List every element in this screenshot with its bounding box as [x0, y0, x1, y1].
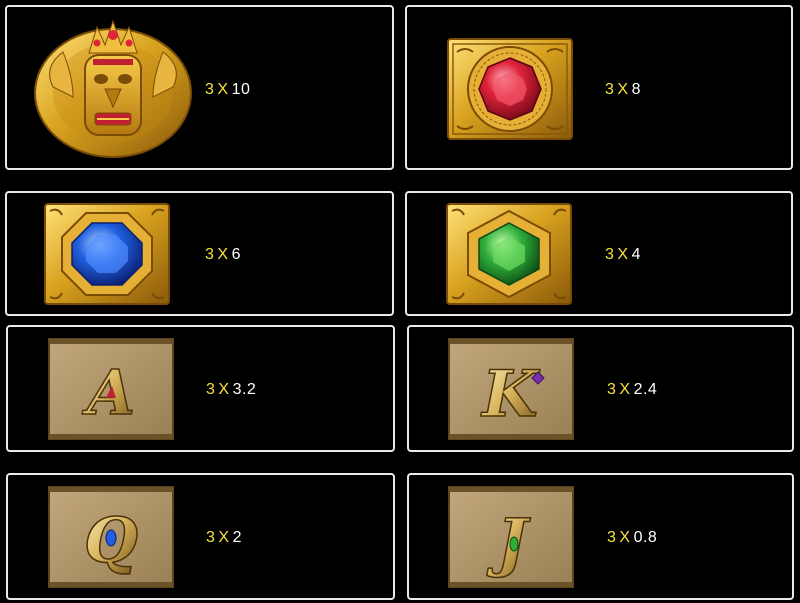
symbol-count: 3: [607, 529, 617, 546]
payout-multiplier: 6: [231, 246, 241, 263]
payout-text: 3 X 3.2: [206, 381, 256, 399]
times-sign: X: [617, 81, 629, 98]
symbol-count: 3: [206, 529, 216, 546]
symbol-letter: A: [82, 356, 135, 429]
times-sign: X: [217, 246, 229, 263]
payout-multiplier: 3.2: [232, 381, 257, 398]
times-sign: X: [217, 81, 229, 98]
payout-multiplier: 2.4: [633, 381, 658, 398]
payout-text: 3X2: [206, 529, 242, 547]
symbol-count: 3: [607, 381, 617, 398]
paytable-card-letter-a: A 3 X 3.2: [6, 325, 395, 452]
times-sign: X: [619, 381, 631, 398]
letter-k-icon: K: [448, 338, 574, 440]
symbol-count: 3: [205, 246, 215, 263]
symbol-count: 3: [605, 81, 615, 98]
symbol-count: 3: [205, 81, 215, 98]
payout-multiplier: 8: [631, 81, 641, 98]
times-sign: X: [619, 529, 631, 546]
payout-text: 3 X 10: [205, 81, 250, 99]
symbol-count: 3: [605, 246, 615, 263]
payout-multiplier: 2: [232, 529, 242, 546]
payout-text: 3X8: [605, 81, 641, 99]
times-sign: X: [218, 381, 230, 398]
payout-multiplier: 10: [231, 81, 251, 98]
paytable-card-ruby: 3X8: [405, 5, 793, 170]
paytable-card-garuda: 3 X 10: [5, 5, 394, 170]
times-sign: X: [218, 529, 230, 546]
paytable-card-letter-k: K 3 X 2.4: [407, 325, 794, 452]
symbol-letter: K: [480, 357, 540, 432]
letter-j-icon: J: [448, 486, 574, 588]
payout-text: 3 X 0.8: [607, 529, 657, 547]
blue-sapphire-icon: [44, 203, 170, 305]
green-emerald-icon: [446, 203, 572, 305]
payout-multiplier: 4: [631, 246, 641, 263]
times-sign: X: [617, 246, 629, 263]
payout-text: 3 X 2.4: [607, 381, 657, 399]
paytable-card-letter-q: Q 3X2: [6, 473, 395, 600]
payout-multiplier: 0.8: [633, 529, 658, 546]
paytable-card-emerald: 3X4: [405, 191, 793, 316]
symbol-count: 3: [206, 381, 216, 398]
paytable-card-sapphire: 3X6: [5, 191, 394, 316]
letter-q-icon: Q: [48, 486, 174, 588]
payout-text: 3X6: [205, 246, 241, 264]
garuda-ring-icon: [33, 17, 193, 161]
paytable-card-letter-j: J 3X0.8: [407, 473, 794, 600]
payout-text: 3X4: [605, 246, 641, 264]
red-ruby-icon: [447, 38, 573, 140]
letter-a-icon: A: [48, 338, 174, 440]
